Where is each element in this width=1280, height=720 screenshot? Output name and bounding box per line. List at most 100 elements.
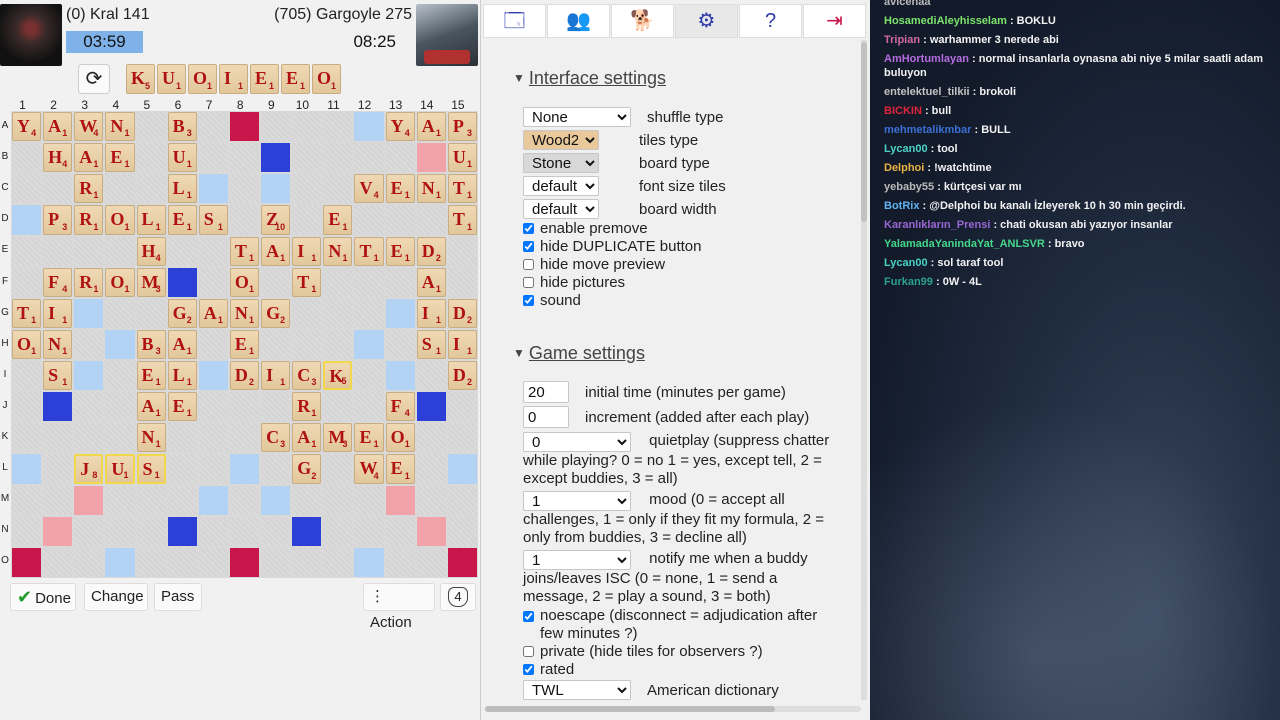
board-square[interactable]: O1 [11, 328, 43, 361]
board-square[interactable] [415, 422, 447, 454]
letter-tile[interactable]: V4 [354, 174, 384, 204]
board-square[interactable] [446, 266, 478, 298]
board-square[interactable] [322, 391, 354, 423]
rack-tile[interactable]: E1 [281, 64, 310, 94]
board-square[interactable] [73, 328, 105, 361]
board-square[interactable]: I1 [42, 297, 74, 329]
letter-tile[interactable]: L1 [136, 205, 166, 235]
letter-tile[interactable]: C3 [292, 361, 322, 391]
board-square[interactable]: E1 [135, 360, 167, 392]
board-square[interactable]: N1 [415, 173, 447, 205]
board-square[interactable] [291, 328, 323, 361]
tab-window[interactable]: 🗔 [483, 4, 546, 38]
board-square[interactable]: G2 [166, 297, 198, 329]
letter-tile[interactable]: T1 [447, 174, 477, 204]
board-square[interactable] [322, 515, 354, 547]
board-square[interactable]: R1 [73, 266, 105, 298]
board-square[interactable]: T1 [446, 204, 478, 236]
board-square[interactable]: E1 [228, 328, 261, 361]
board-square[interactable] [322, 297, 354, 329]
board-square[interactable] [11, 515, 43, 547]
mood-select[interactable]: 1 [523, 491, 631, 511]
board-square[interactable]: P3 [446, 111, 478, 143]
premium-square-tl[interactable] [415, 391, 447, 423]
board-square[interactable]: F4 [42, 266, 74, 298]
board-square[interactable] [322, 142, 354, 174]
board-square[interactable] [197, 515, 229, 547]
board-square[interactable] [322, 546, 354, 578]
chat-username[interactable]: Karanlıkların_Prensi [884, 219, 990, 231]
board-square[interactable]: R1 [73, 204, 105, 236]
board-square[interactable]: V4 [353, 173, 385, 205]
board-square[interactable] [291, 546, 323, 578]
board-square[interactable] [260, 546, 292, 578]
board-square[interactable]: I1 [446, 328, 478, 361]
letter-tile[interactable]: Y4 [12, 112, 42, 142]
board-square[interactable]: D2 [446, 297, 478, 329]
letter-tile[interactable]: M3 [323, 423, 353, 453]
premium-square-dw[interactable] [384, 484, 416, 516]
board-square[interactable]: H4 [42, 142, 74, 174]
board-square[interactable] [135, 546, 167, 578]
letter-tile[interactable]: G2 [292, 454, 322, 484]
letter-tile[interactable]: E1 [354, 423, 384, 453]
interface-option-checkbox[interactable] [523, 259, 534, 270]
board-square[interactable] [11, 360, 43, 392]
letter-tile[interactable]: A1 [198, 298, 228, 328]
premium-square-tw[interactable] [446, 546, 478, 578]
premium-square-dl[interactable] [384, 360, 416, 392]
chat-username[interactable]: BICKIN [884, 105, 922, 117]
letter-tile[interactable]: E1 [167, 392, 197, 422]
premium-square-tl[interactable] [42, 391, 74, 423]
letter-tile[interactable]: T1 [292, 267, 322, 297]
board-square[interactable] [11, 142, 43, 174]
board-square[interactable]: W4 [73, 111, 105, 143]
dictionary-select[interactable]: TWL [523, 680, 631, 700]
letter-tile[interactable]: D2 [447, 298, 477, 328]
premium-square-dl[interactable] [384, 297, 416, 329]
board-square[interactable] [42, 546, 74, 578]
board-square[interactable] [353, 484, 385, 516]
board-square[interactable] [384, 266, 416, 298]
board-square[interactable] [11, 235, 43, 267]
board-square[interactable] [260, 391, 292, 423]
board-square[interactable]: I1 [291, 235, 323, 267]
letter-tile[interactable]: A1 [261, 236, 291, 266]
tiles-type-select[interactable]: Wood2 [523, 130, 599, 150]
board-square[interactable] [11, 484, 43, 516]
letter-tile[interactable]: E1 [385, 236, 415, 266]
board-square[interactable] [104, 515, 136, 547]
board-square[interactable]: U1 [446, 142, 478, 174]
board-square[interactable]: A1 [42, 111, 74, 143]
chat-username[interactable]: entelektuel_tilkii [884, 86, 970, 98]
rack-tile[interactable]: I1 [219, 64, 248, 94]
tab-help[interactable]: ? [739, 4, 802, 38]
board-square[interactable]: L1 [166, 360, 198, 392]
notify-select[interactable]: 1 [523, 550, 631, 570]
game-board[interactable]: Y4A1W4N1B3Y4A1P3H4A1E1U1U1R1L1V4E1N1T1P3… [11, 111, 478, 578]
premium-square-dl[interactable] [11, 453, 43, 485]
board-square[interactable]: E1 [353, 422, 385, 454]
board-square[interactable] [322, 266, 354, 298]
letter-tile[interactable]: O1 [12, 329, 42, 360]
letter-tile[interactable]: E1 [167, 205, 197, 235]
increment-input[interactable] [523, 406, 569, 428]
board-square[interactable] [166, 235, 198, 267]
letter-tile[interactable]: U1 [167, 143, 197, 173]
board-square[interactable]: M3 [322, 422, 354, 454]
letter-tile[interactable]: C3 [261, 423, 291, 453]
interface-option-checkbox[interactable] [523, 277, 534, 288]
tab-settings[interactable]: ⚙ [675, 4, 738, 38]
premium-square-dl[interactable] [197, 173, 229, 205]
letter-tile[interactable]: T1 [12, 298, 42, 328]
letter-tile[interactable]: H4 [136, 236, 166, 266]
letter-tile[interactable]: D2 [229, 361, 260, 391]
board-square[interactable] [73, 391, 105, 423]
chat-username[interactable]: Lycan00 [884, 143, 928, 155]
board-square[interactable] [228, 391, 261, 423]
letter-tile[interactable]: O1 [105, 205, 135, 235]
board-square[interactable] [291, 111, 323, 143]
board-square[interactable]: I1 [260, 360, 292, 392]
board-square[interactable] [135, 142, 167, 174]
board-type-select[interactable]: Stone [523, 153, 599, 173]
